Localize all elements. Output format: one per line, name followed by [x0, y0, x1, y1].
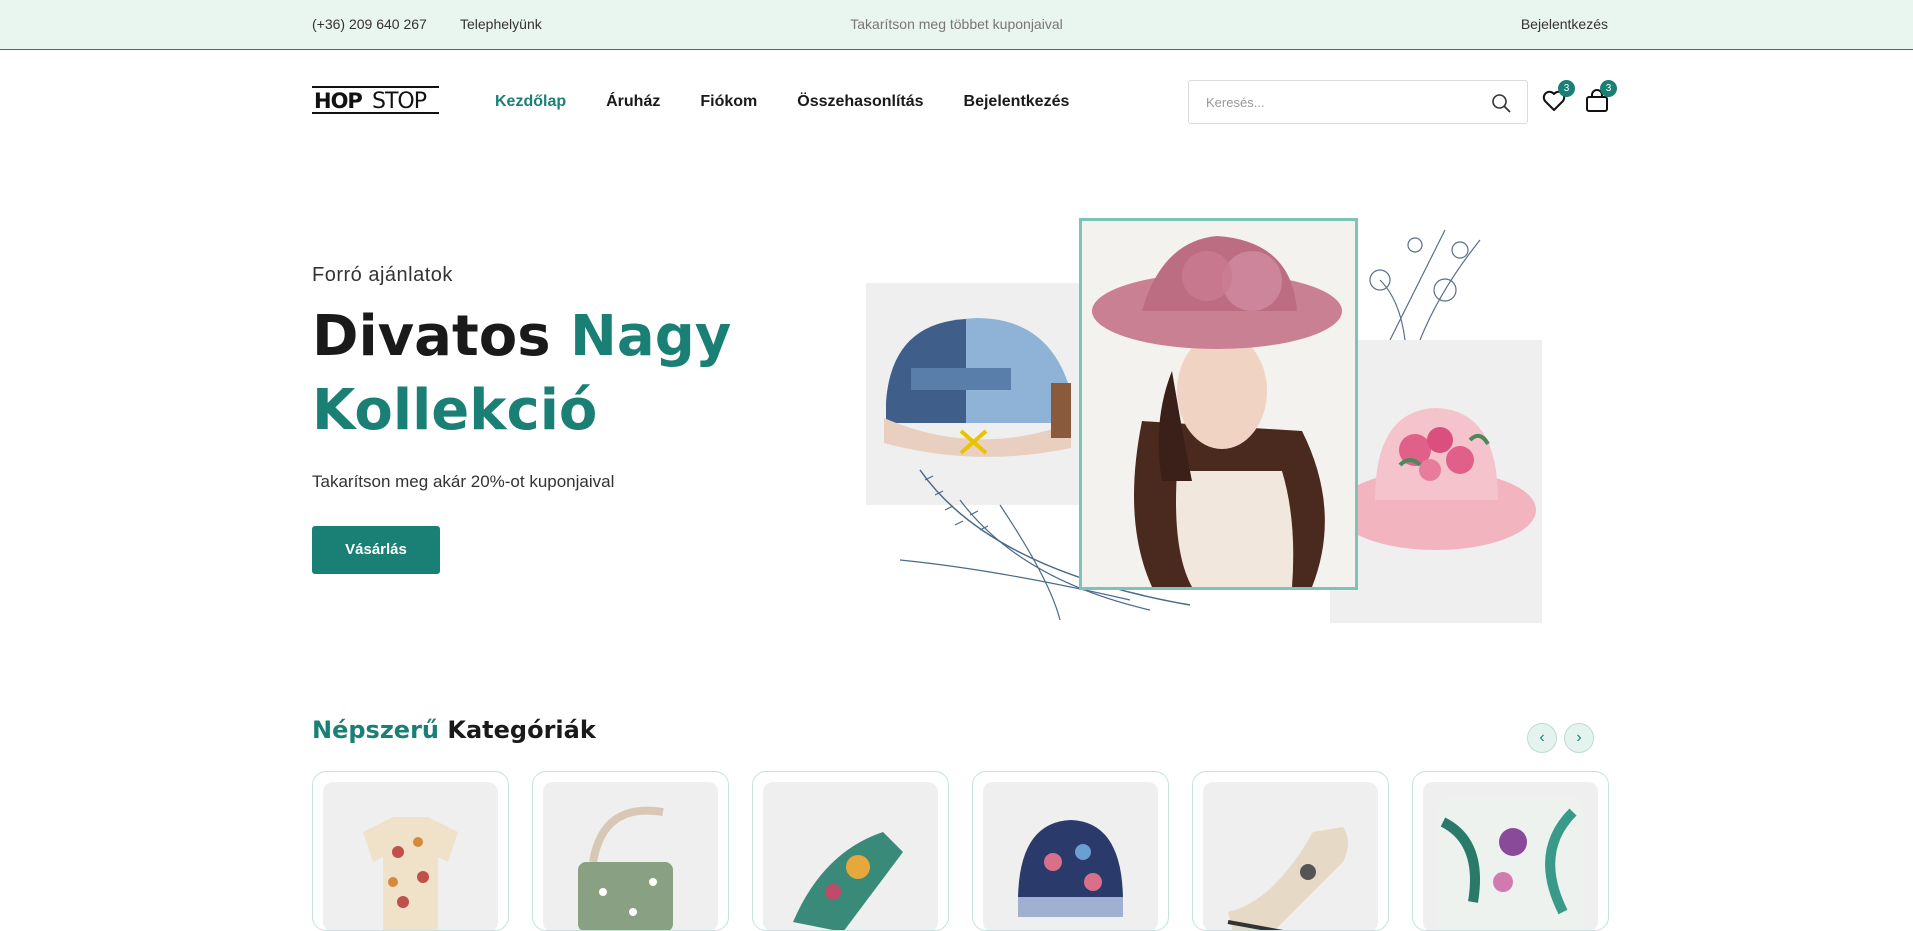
- flower-sketch: [1369, 229, 1481, 341]
- hero-image-bucket-hat: [1330, 340, 1542, 623]
- wishlist-count-badge: 3: [1558, 80, 1575, 97]
- nav-home[interactable]: Kezdőlap: [495, 93, 566, 111]
- main-nav: Kezdőlap Áruház Fiókom Összehasonlítás B…: [495, 93, 1069, 111]
- bag-image: [578, 806, 673, 930]
- sneaker-image: [1227, 827, 1348, 930]
- nav-shop[interactable]: Áruház: [606, 93, 660, 111]
- categories-title: Népszerű Kategóriák: [312, 716, 596, 744]
- category-thumb: [1423, 782, 1598, 930]
- category-card-shirt[interactable]: [312, 771, 509, 931]
- chevron-right-icon[interactable]: ›: [1564, 723, 1594, 753]
- shop-now-button[interactable]: Vásárlás: [312, 526, 440, 574]
- shirt-image: [363, 817, 458, 930]
- category-thumb: [323, 782, 498, 930]
- hero-title: Divatos Nagy Kollekció: [312, 300, 772, 448]
- top-bar: (+36) 209 640 267 Telephelyünk Takarítso…: [0, 0, 1913, 50]
- category-card-pillow[interactable]: [1412, 771, 1609, 931]
- nav-compare[interactable]: Összehasonlítás: [797, 93, 923, 111]
- beanie-image: [1018, 820, 1123, 917]
- hero-image-model: [1079, 218, 1358, 590]
- category-thumb: [543, 782, 718, 930]
- sandal-image: [793, 832, 903, 930]
- category-card-bag[interactable]: [532, 771, 729, 931]
- nav-account[interactable]: Fiókom: [700, 93, 757, 111]
- hero-title-accent-1: Nagy: [570, 304, 732, 369]
- bucket-hat-illustration: [1336, 408, 1536, 550]
- category-card-sandal[interactable]: [752, 771, 949, 931]
- search-input[interactable]: Keresés...: [1188, 80, 1528, 124]
- search-icon[interactable]: [1491, 93, 1511, 113]
- categories-title-rest: Kategóriák: [447, 716, 596, 744]
- pillow-image: [1438, 797, 1583, 930]
- topbar-login-link[interactable]: Bejelentkezés: [1521, 16, 1608, 32]
- model-illustration: [1082, 221, 1355, 587]
- hero-title-accent-2: Kollekció: [312, 378, 598, 443]
- nav-login[interactable]: Bejelentkezés: [964, 93, 1070, 111]
- hero-subtitle: Takarítson meg akár 20%-ot kuponjaival: [312, 472, 615, 491]
- hero-title-plain: Divatos: [312, 304, 551, 369]
- site-logo[interactable]: HOP STOP: [312, 86, 442, 116]
- chevron-left-icon[interactable]: ‹: [1527, 723, 1557, 753]
- category-thumb: [1203, 782, 1378, 930]
- category-thumb: [983, 782, 1158, 930]
- logo-text-stop: STOP: [372, 89, 427, 114]
- logo-text-hop: HOP: [314, 89, 363, 113]
- hero-kicker: Forró ajánlatok: [312, 264, 453, 286]
- search-placeholder: Keresés...: [1206, 95, 1265, 110]
- promo-text: Takarítson meg többet kuponjaival: [850, 16, 1063, 32]
- categories-title-accent: Népszerű: [312, 716, 439, 744]
- cart-count-badge: 3: [1600, 80, 1617, 97]
- category-thumb: [763, 782, 938, 930]
- category-card-beanie[interactable]: [972, 771, 1169, 931]
- category-card-sneaker[interactable]: [1192, 771, 1389, 931]
